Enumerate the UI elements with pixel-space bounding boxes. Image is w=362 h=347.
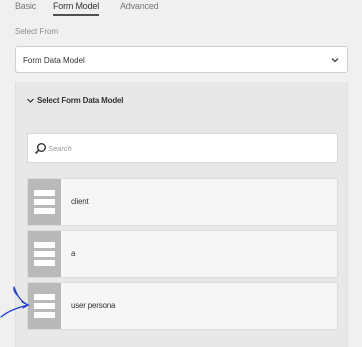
list-item-label: user persona [71,301,116,310]
panel-title: Select Form Data Model [37,96,124,105]
form-model-dropdown[interactable]: Form Data Model [15,46,348,73]
search-input[interactable] [48,141,328,155]
tab-form-model[interactable]: Form Model [53,1,99,11]
search-field [27,133,338,163]
list-item-label: a [71,249,76,258]
item-icon-tile [28,179,61,225]
hand-drawn-arrow-annotation [0,286,30,318]
search-icon [34,143,46,155]
form-data-model-panel: Select Form Data Model client a [15,82,348,347]
data-model-icon [34,242,55,266]
chevron-down-icon [27,98,34,103]
list-item[interactable]: a [27,230,338,278]
chevron-down-icon [331,58,339,63]
list-item-label: client [71,197,89,206]
list-item[interactable]: user persona [27,282,338,330]
active-tab-indicator [53,14,99,16]
item-icon-tile [28,231,61,277]
dropdown-selected-value: Form Data Model [23,56,85,65]
tab-basic[interactable]: Basic [15,1,36,11]
tab-advanced[interactable]: Advanced [120,1,159,11]
list-item[interactable]: client [27,178,338,226]
data-model-icon [34,190,55,214]
tab-bar: Basic Form Model Advanced [0,0,362,18]
select-from-label: Select From [15,27,59,36]
